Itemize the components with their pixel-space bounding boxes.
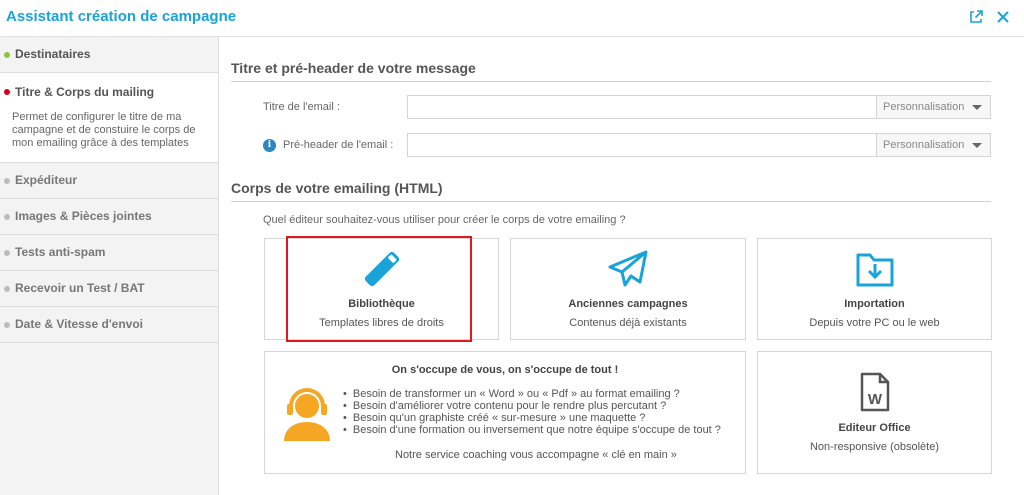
preheader-field: Personnalisation bbox=[407, 133, 991, 157]
section-divider bbox=[231, 81, 991, 82]
card-title: Editeur Office bbox=[838, 422, 911, 434]
step-description: Permet de configurer le titre de ma camp… bbox=[12, 111, 196, 149]
subject-input[interactable] bbox=[408, 96, 880, 118]
editor-card-previous-campaigns[interactable]: Anciennes campagnes Contenus déjà exista… bbox=[510, 238, 746, 340]
card-subtitle: Depuis votre PC ou le web bbox=[809, 317, 940, 329]
dialog-title: Assistant création de campagne bbox=[6, 8, 237, 25]
dropdown-label: Personnalisation bbox=[883, 139, 965, 151]
step-status-dot bbox=[4, 322, 10, 328]
editor-card-import[interactable]: Importation Depuis votre PC ou le web bbox=[757, 238, 992, 340]
step-images[interactable]: Images & Pièces jointes bbox=[0, 199, 218, 235]
list-item: Besoin d'une formation ou inversement qu… bbox=[343, 424, 721, 436]
step-status-dot bbox=[4, 178, 10, 184]
step-label: Destinataires bbox=[15, 47, 91, 61]
step-status-dot bbox=[4, 286, 10, 292]
step-label: Recevoir un Test / BAT bbox=[15, 281, 145, 295]
wizard-sidebar: Destinataires Titre & Corps du mailing P… bbox=[0, 37, 219, 495]
subject-field: Personnalisation bbox=[407, 95, 991, 119]
step-date-vitesse[interactable]: Date & Vitesse d'envoi bbox=[0, 307, 218, 343]
headset-agent-icon bbox=[281, 386, 333, 447]
info-icon[interactable]: i bbox=[263, 139, 276, 152]
subject-label: Titre de l'email : bbox=[263, 101, 340, 113]
section-divider bbox=[231, 201, 991, 202]
dialog-header: Assistant création de campagne bbox=[0, 0, 1024, 37]
step-status-dot bbox=[4, 250, 10, 256]
step-expediteur[interactable]: Expéditeur bbox=[0, 163, 218, 199]
list-item: Besoin de transformer un « Word » ou « P… bbox=[343, 388, 721, 400]
card-subtitle: Contenus déjà existants bbox=[569, 317, 687, 329]
selection-highlight bbox=[286, 236, 472, 342]
coaching-title: On s'occupe de vous, on s'occupe de tout… bbox=[391, 364, 619, 376]
preheader-personalisation-dropdown[interactable]: Personnalisation bbox=[876, 134, 990, 156]
step-recevoir-test[interactable]: Recevoir un Test / BAT bbox=[0, 271, 218, 307]
list-item: Besoin d'améliorer votre contenu pour le… bbox=[343, 400, 721, 412]
step-tests-antispam[interactable]: Tests anti-spam bbox=[0, 235, 218, 271]
step-status-dot bbox=[4, 52, 10, 58]
coaching-card[interactable]: On s'occupe de vous, on s'occupe de tout… bbox=[264, 351, 746, 474]
step-label: Expéditeur bbox=[15, 173, 78, 187]
step-label: Tests anti-spam bbox=[15, 245, 106, 259]
card-title: Importation bbox=[844, 298, 905, 310]
dropdown-label: Personnalisation bbox=[883, 101, 965, 113]
step-status-dot bbox=[4, 89, 10, 95]
editor-question: Quel éditeur souhaitez-vous utiliser pou… bbox=[263, 214, 626, 226]
step-destinataires[interactable]: Destinataires bbox=[0, 37, 218, 73]
step-status-dot bbox=[4, 214, 10, 220]
section-title-header: Titre et pré-header de votre message bbox=[231, 60, 476, 76]
step-titre-corps[interactable]: Titre & Corps du mailing Permet de confi… bbox=[0, 73, 218, 163]
card-title: Anciennes campagnes bbox=[568, 298, 688, 310]
word-file-icon: W bbox=[858, 372, 892, 417]
caret-down-icon bbox=[972, 105, 982, 110]
svg-text:W: W bbox=[867, 391, 882, 408]
external-link-icon[interactable] bbox=[968, 9, 986, 27]
preheader-input[interactable] bbox=[408, 134, 880, 156]
subject-personalisation-dropdown[interactable]: Personnalisation bbox=[876, 96, 990, 118]
coaching-footer: Notre service coaching vous accompagne «… bbox=[395, 449, 677, 461]
step-label: Date & Vitesse d'envoi bbox=[15, 317, 144, 331]
main-panel: Titre et pré-header de votre message Tit… bbox=[219, 37, 1024, 495]
step-label: Images & Pièces jointes bbox=[15, 209, 152, 223]
folder-download-icon bbox=[853, 249, 897, 294]
section-title-body: Corps de votre emailing (HTML) bbox=[231, 180, 443, 196]
card-subtitle: Non-responsive (obsolète) bbox=[809, 441, 939, 453]
caret-down-icon bbox=[972, 143, 982, 148]
close-icon[interactable] bbox=[995, 9, 1013, 27]
paper-plane-icon bbox=[606, 249, 650, 294]
step-label: Titre & Corps du mailing bbox=[15, 85, 155, 99]
editor-card-office[interactable]: W Editeur Office Non-responsive (obsolèt… bbox=[757, 351, 992, 474]
coaching-bullets: Besoin de transformer un « Word » ou « P… bbox=[343, 388, 721, 436]
preheader-label: Pré-header de l'email : bbox=[283, 139, 394, 151]
list-item: Besoin qu'un graphiste créé « sur-mesure… bbox=[343, 412, 721, 424]
